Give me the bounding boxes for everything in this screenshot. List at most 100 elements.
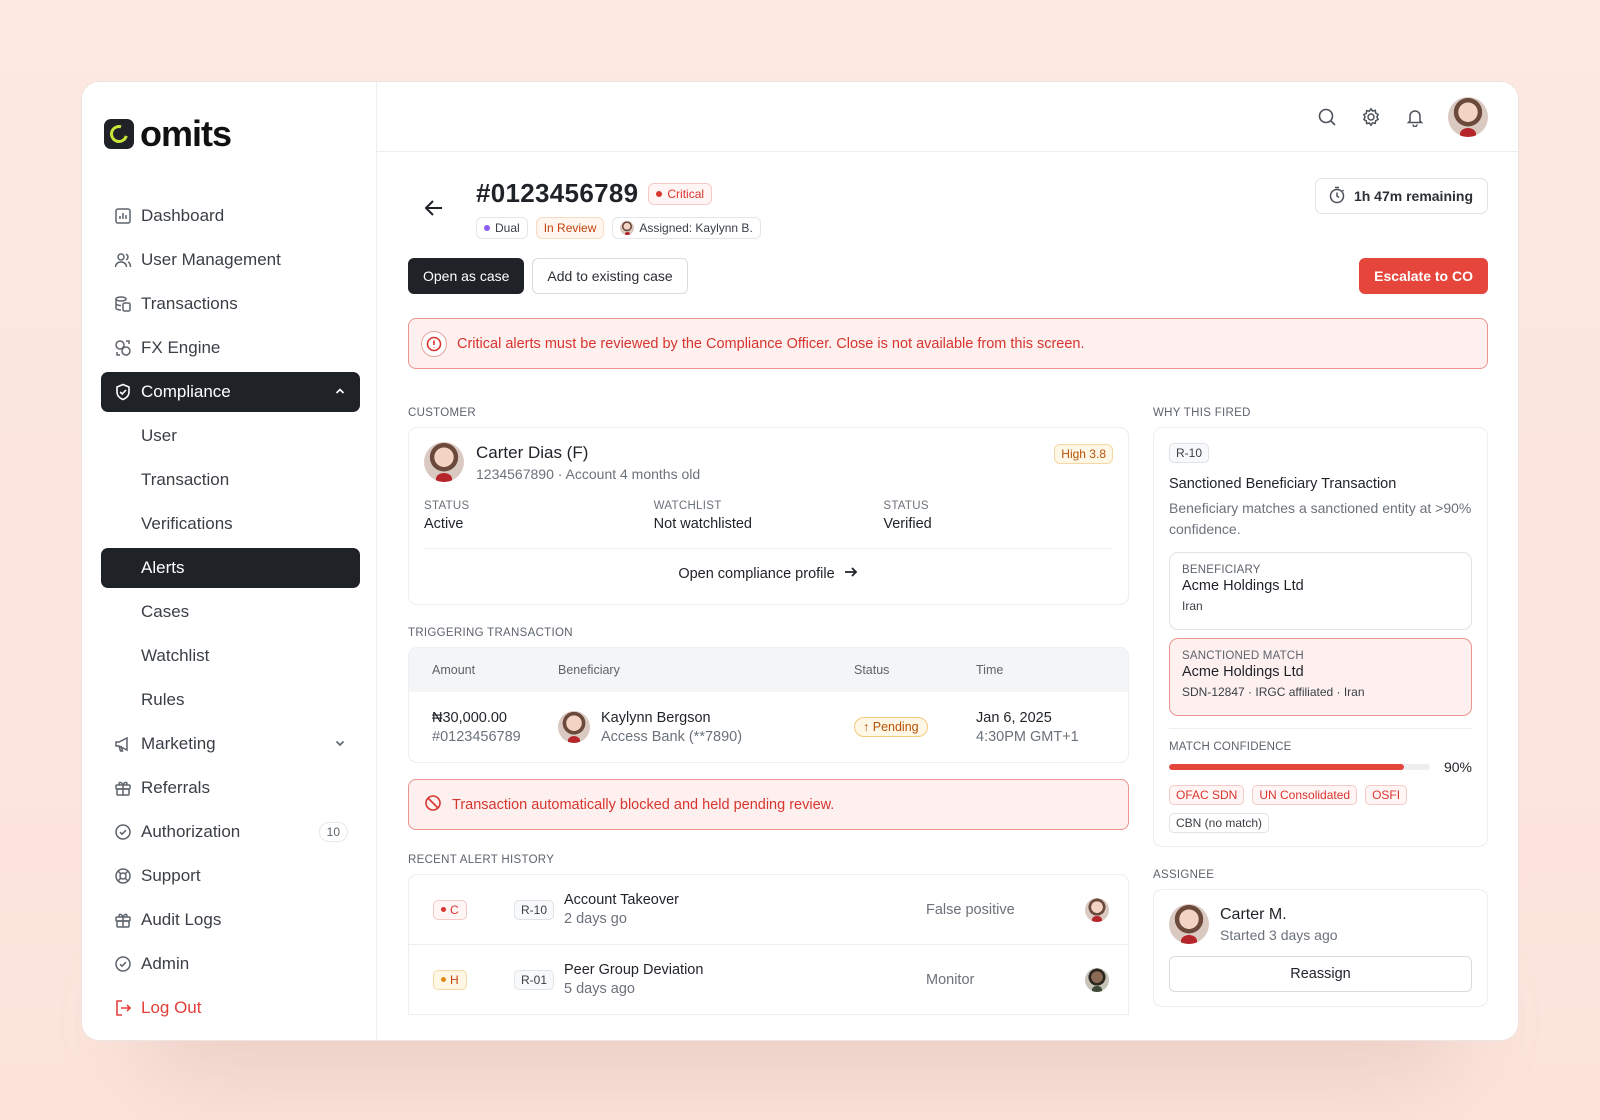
sidebar-item-admin[interactable]: Admin: [101, 944, 360, 984]
history-outcome: False positive: [926, 901, 1015, 918]
box-sub: Iran: [1182, 599, 1203, 613]
back-arrow-icon[interactable]: [422, 196, 446, 220]
box-sub: SDN-12847 · IRGC affiliated · Iran: [1182, 685, 1365, 699]
logo[interactable]: omits: [104, 116, 360, 152]
why-card: R-10 Sanctioned Beneficiary Transaction …: [1153, 427, 1488, 847]
customer-section-label: CUSTOMER: [408, 407, 476, 419]
sidebar-item-label: Transaction: [141, 470, 230, 489]
history-row[interactable]: H R-01 Peer Group Deviation 5 days ago Mo…: [409, 945, 1128, 1015]
box-name: Acme Holdings Ltd: [1182, 664, 1304, 680]
history-outcome: Monitor: [926, 971, 975, 988]
left-column: CUSTOMER Carter Dias (F) 1234567890 · Ac…: [408, 407, 1129, 1015]
rule-chip: R-10: [514, 899, 555, 920]
sidebar-item-label: Admin: [141, 954, 190, 973]
box-key: SANCTIONED MATCH: [1182, 650, 1304, 662]
sidebar-item-label: Rules: [141, 690, 185, 709]
sidebar-item-logout[interactable]: Log Out: [101, 988, 360, 1028]
customer-name: Carter Dias (F): [476, 442, 589, 462]
sidebar-item-alerts[interactable]: Alerts: [101, 548, 360, 588]
pending-badge: ↑ Pending: [854, 717, 928, 737]
pending-label: Pending: [872, 720, 919, 734]
stat-verification: STATUS Verified: [883, 500, 1113, 532]
brand-name: omits: [140, 113, 232, 154]
chevron-up-icon[interactable]: [334, 384, 346, 400]
user-avatar[interactable]: [1448, 96, 1488, 137]
gear-icon[interactable]: [1360, 106, 1382, 128]
status-badge: In Review: [535, 217, 605, 239]
gift-icon: [113, 911, 132, 930]
sidebar-item-label: Cases: [141, 602, 190, 621]
rule-description: Beneficiary matches a sanctioned entity …: [1169, 500, 1472, 537]
sidebar-item-compliance[interactable]: Compliance: [101, 372, 360, 412]
history-section-label: RECENT ALERT HISTORY: [408, 854, 555, 866]
sidebar-item-watchlist[interactable]: Watchlist: [101, 636, 360, 676]
sidebar-item-label: Marketing: [141, 734, 216, 753]
add-to-existing-case-button[interactable]: Add to existing case: [532, 258, 688, 294]
coins-icon: [113, 295, 132, 314]
logout-icon: [113, 999, 132, 1018]
type-label: Dual: [495, 221, 520, 235]
sidebar-item-support[interactable]: Support: [101, 856, 360, 896]
sidebar-item-dashboard[interactable]: Dashboard: [101, 196, 360, 236]
sidebar-item-audit-logs[interactable]: Audit Logs: [101, 900, 360, 940]
sidebar-item-label: FX Engine: [141, 338, 221, 357]
sidebar-item-user[interactable]: User: [101, 416, 360, 456]
sidebar-item-fx-engine[interactable]: FX Engine: [101, 328, 360, 368]
sidebar-item-transactions[interactable]: Transactions: [101, 284, 360, 324]
sidebar-item-user-management[interactable]: User Management: [101, 240, 360, 280]
history-title: Peer Group Deviation: [564, 962, 704, 978]
profile-link-label: Open compliance profile: [678, 566, 835, 582]
bell-icon[interactable]: [1404, 106, 1426, 128]
topbar: [377, 82, 1518, 152]
transaction-section-label: TRIGGERING TRANSACTION: [408, 627, 573, 639]
confidence-fill: [1169, 764, 1404, 770]
list-tag: UN Consolidated: [1252, 785, 1358, 805]
assignee-section-label: ASSIGNEE: [1153, 869, 1215, 881]
assigned-label: Assigned: Kaylynn B.: [639, 221, 753, 235]
sidebar-item-label: Audit Logs: [141, 910, 222, 929]
sidebar-item-label: Support: [141, 866, 201, 885]
list-tag: CBN (no match): [1169, 813, 1270, 833]
open-compliance-profile-link[interactable]: Open compliance profile: [424, 564, 1113, 584]
alert-header: #0123456789 Critical Dual In Review Assi…: [408, 178, 1488, 239]
history-row[interactable]: C R-10 Account Takeover 2 days go False p…: [409, 875, 1128, 945]
beneficiary-box: BENEFICIARY Acme Holdings Ltd Iran: [1169, 552, 1472, 630]
users-icon: [113, 251, 132, 270]
columns: CUSTOMER Carter Dias (F) 1234567890 · Ac…: [408, 407, 1488, 1015]
chevron-down-icon[interactable]: [334, 736, 346, 752]
table-row[interactable]: ₦30,000.00 #0123456789 Kaylynn Bergson Acc…: [409, 692, 1128, 762]
beneficiary-bank: Access Bank (**7890): [601, 728, 743, 745]
customer-avatar: [424, 442, 464, 482]
exchange-icon: [113, 339, 132, 358]
alert-circle-icon: [421, 330, 447, 357]
sidebar-item-authorization[interactable]: Authorization 10: [101, 812, 360, 852]
amount: ₦30,000.00: [432, 709, 507, 726]
reassign-button[interactable]: Reassign: [1169, 956, 1472, 992]
assignee-name: Carter M.: [1220, 905, 1287, 923]
logo-mark-icon: [104, 119, 134, 149]
rule-chip: R-01: [514, 969, 555, 990]
open-as-case-button[interactable]: Open as case: [408, 258, 525, 294]
stat-key: WATCHLIST: [653, 500, 722, 512]
action-bar: Open as case Add to existing case Escala…: [408, 258, 1488, 294]
history-when: 2 days go: [564, 911, 627, 927]
confidence-label: MATCH CONFIDENCE: [1169, 741, 1292, 753]
type-badge: Dual: [476, 217, 528, 239]
sidebar-item-referrals[interactable]: Referrals: [101, 768, 360, 808]
list-tags: OFAC SDN UN Consolidated OSFI CBN (no ma…: [1169, 785, 1472, 833]
severity-label: Critical: [667, 186, 705, 201]
search-icon[interactable]: [1316, 106, 1338, 128]
assignee-sub: Started 3 days ago: [1220, 926, 1338, 943]
stat-key: STATUS: [424, 500, 470, 512]
escalate-button[interactable]: Escalate to CO: [1359, 258, 1488, 294]
stat-status: STATUS Active: [424, 500, 654, 532]
stopwatch-icon: [1328, 186, 1346, 207]
gift-icon: [113, 779, 132, 798]
sidebar-item-verifications[interactable]: Verifications: [101, 504, 360, 544]
sidebar-item-marketing[interactable]: Marketing: [101, 724, 360, 764]
sidebar-item-cases[interactable]: Cases: [101, 592, 360, 632]
sidebar-item-transaction[interactable]: Transaction: [101, 460, 360, 500]
sidebar-item-label: Verifications: [141, 514, 233, 533]
severity-code: H: [450, 972, 459, 987]
sidebar-item-rules[interactable]: Rules: [101, 680, 360, 720]
